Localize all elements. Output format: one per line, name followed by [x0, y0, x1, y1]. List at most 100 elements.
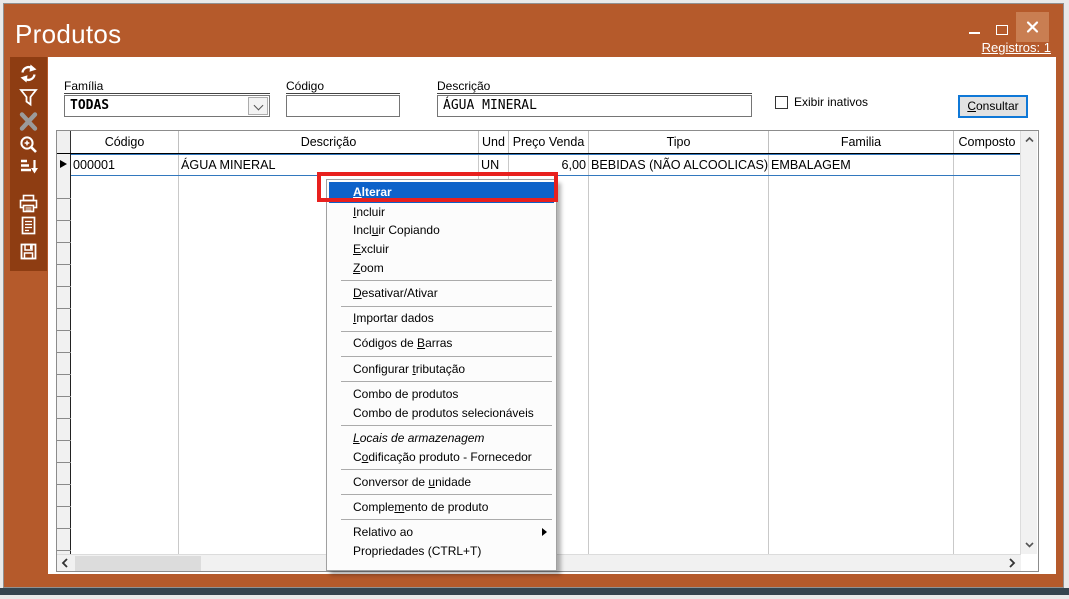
exibir-inativos-label: Exibir inativos: [794, 95, 868, 109]
menu-separator: [341, 519, 552, 520]
print-icon[interactable]: [18, 193, 39, 214]
column-header-7[interactable]: Composto: [954, 131, 1021, 153]
scroll-right-arrow[interactable]: [1003, 555, 1020, 571]
window-title: Produtos: [15, 19, 121, 50]
column-header-2[interactable]: Descrição: [179, 131, 479, 153]
app-window: Produtos Registros: 1 Família TODAS Códi…: [3, 3, 1064, 588]
menu-item-importar-dados[interactable]: Importar dados: [327, 309, 556, 328]
column-header-4[interactable]: Preço Venda: [509, 131, 589, 153]
column-header-1[interactable]: Código: [71, 131, 179, 153]
column-header-6[interactable]: Familia: [769, 131, 954, 153]
context-menu: AlterarIncluirIncluir CopiandoExcluirZoo…: [326, 179, 557, 571]
codigo-input[interactable]: [286, 95, 400, 117]
row-divider-tick: [57, 484, 71, 485]
menu-item-complemento-de-produto[interactable]: Complemento de produto: [327, 498, 556, 517]
column-header-3[interactable]: Und: [479, 131, 509, 153]
menu-item-relativo-ao[interactable]: Relativo ao: [327, 523, 556, 542]
exibir-inativos-checkbox[interactable]: [775, 96, 788, 109]
familia-label: Família: [64, 80, 270, 94]
consultar-button[interactable]: Consultar: [958, 95, 1028, 118]
refresh-icon[interactable]: [18, 63, 39, 84]
scroll-left-arrow[interactable]: [57, 555, 74, 571]
row-cell-7[interactable]: [954, 155, 1021, 175]
menu-item-propriedades-ctrl-t[interactable]: Propriedades (CTRL+T): [327, 542, 556, 561]
sort-icon[interactable]: [18, 156, 39, 177]
zoom-icon[interactable]: [18, 134, 39, 155]
row-divider-tick: [57, 264, 71, 265]
row-cell-5[interactable]: BEBIDAS (NÃO ALCOOLICAS): [589, 155, 769, 175]
submenu-arrow-icon: [542, 528, 547, 536]
minimize-icon: [969, 32, 980, 34]
descricao-label: Descrição: [437, 80, 752, 94]
scroll-up-arrow[interactable]: [1021, 132, 1038, 148]
row-divider-tick: [57, 528, 71, 529]
annotation-highlight-box: [317, 172, 558, 202]
grid-column-line: [588, 176, 589, 554]
menu-item-combo-de-produtos-selecion-veis[interactable]: Combo de produtos selecionáveis: [327, 404, 556, 423]
scroll-down-arrow[interactable]: [1021, 537, 1038, 553]
row-divider-tick: [57, 308, 71, 309]
menu-item-locais-de-armazenagem[interactable]: Locais de armazenagem: [327, 429, 556, 448]
left-toolbar: [10, 57, 47, 271]
row-divider-tick: [57, 330, 71, 331]
menu-separator: [341, 381, 552, 382]
row-divider-tick: [57, 220, 71, 221]
row-divider-tick: [57, 286, 71, 287]
horizontal-scroll-thumb[interactable]: [75, 556, 201, 571]
clear-x-icon[interactable]: [18, 111, 39, 132]
menu-item-desativar-ativar[interactable]: Desativar/Ativar: [327, 284, 556, 303]
menu-separator: [341, 356, 552, 357]
row-cell-1[interactable]: 000001: [71, 155, 179, 175]
row-divider-tick: [57, 352, 71, 353]
row-divider-tick: [57, 462, 71, 463]
familia-combobox[interactable]: TODAS: [64, 95, 270, 117]
row-divider-tick: [57, 550, 71, 551]
row-selector-column: [57, 154, 71, 554]
menu-separator: [341, 425, 552, 426]
save-icon[interactable]: [18, 241, 39, 262]
menu-item-zoom[interactable]: Zoom: [327, 259, 556, 278]
menu-item-conversor-de-unidade[interactable]: Conversor de unidade: [327, 473, 556, 492]
menu-separator: [341, 494, 552, 495]
chevron-down-icon: [254, 101, 264, 111]
maximize-button[interactable]: [991, 16, 1013, 36]
descricao-value: ÁGUA MINERAL: [438, 96, 751, 116]
grid-column-line: [768, 176, 769, 554]
taskbar-sliver: [0, 588, 1069, 595]
report-icon[interactable]: [18, 215, 39, 236]
grid-column-line: [178, 176, 179, 554]
current-row-marker-icon: [60, 160, 67, 168]
menu-separator: [341, 331, 552, 332]
menu-item-incluir[interactable]: Incluir: [327, 203, 556, 222]
row-divider-tick: [57, 198, 71, 199]
close-icon: [1016, 12, 1049, 42]
menu-item-excluir[interactable]: Excluir: [327, 240, 556, 259]
row-divider-tick: [57, 374, 71, 375]
menu-item-configurar-tributa-o[interactable]: Configurar tributação: [327, 360, 556, 379]
vertical-scrollbar[interactable]: [1020, 131, 1037, 554]
close-button[interactable]: [1016, 12, 1049, 42]
row-divider-tick: [57, 440, 71, 441]
row-divider-tick: [57, 242, 71, 243]
grid-column-line: [953, 176, 954, 554]
selector-header-cell: [57, 131, 71, 153]
minimize-button[interactable]: [964, 16, 986, 36]
menu-separator: [341, 306, 552, 307]
combobox-dropdown-button[interactable]: [248, 97, 268, 115]
scrollbar-corner: [1021, 555, 1037, 571]
familia-value: TODAS: [65, 96, 269, 116]
menu-item-combo-de-produtos[interactable]: Combo de produtos: [327, 385, 556, 404]
menu-separator: [341, 469, 552, 470]
row-cell-6[interactable]: EMBALAGEM: [769, 155, 954, 175]
menu-separator: [341, 280, 552, 281]
descricao-input[interactable]: ÁGUA MINERAL: [437, 95, 752, 117]
grid-header: CódigoDescriçãoUndPreço VendaTipoFamilia…: [57, 131, 1021, 154]
menu-item-c-digos-de-barras[interactable]: Códigos de Barras: [327, 334, 556, 353]
menu-item-codifica-o-produto-fornecedor[interactable]: Codificação produto - Fornecedor: [327, 448, 556, 467]
filter-icon[interactable]: [18, 87, 39, 108]
menu-item-incluir-copiando[interactable]: Incluir Copiando: [327, 221, 556, 240]
column-header-5[interactable]: Tipo: [589, 131, 769, 153]
row-divider-tick: [57, 396, 71, 397]
records-count-link[interactable]: Registros: 1: [982, 40, 1051, 55]
row-divider-tick: [57, 418, 71, 419]
